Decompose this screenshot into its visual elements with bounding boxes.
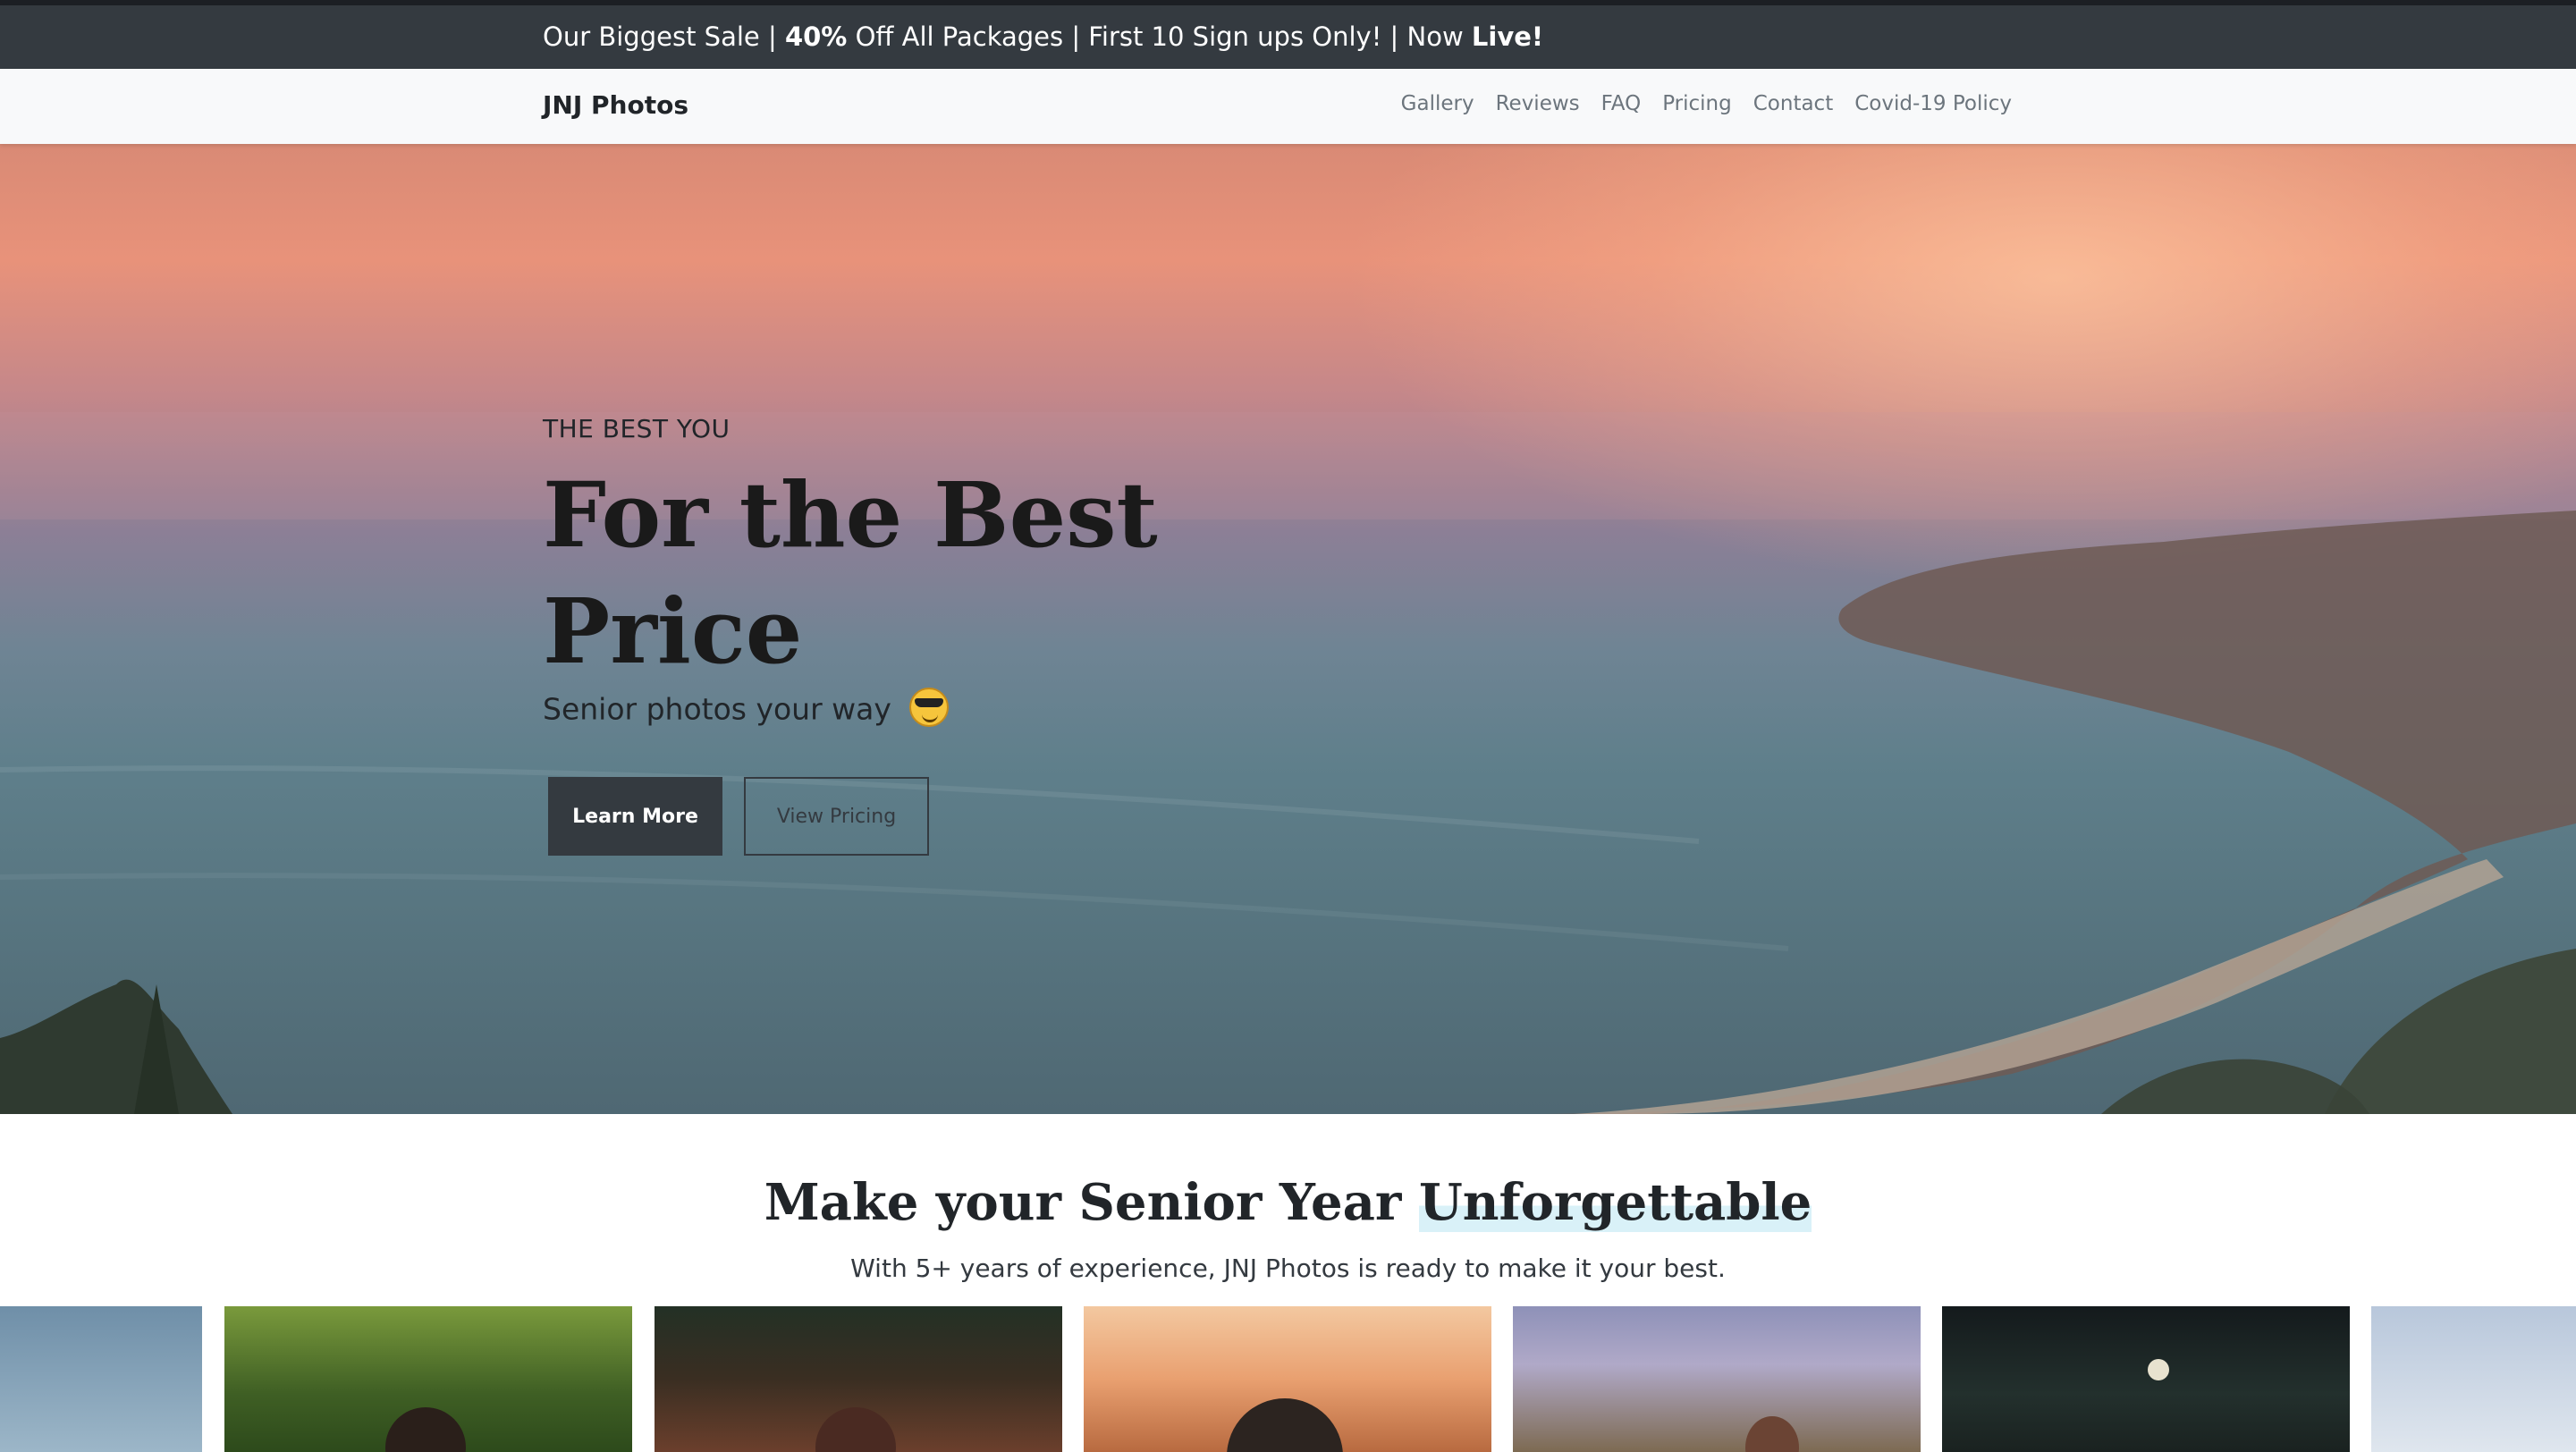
intro-title-highlight: Unforgettable xyxy=(1418,1173,1812,1232)
portrait-subject xyxy=(1227,1398,1343,1452)
announcement-discount: 40% xyxy=(784,21,848,52)
navbar: JNJ Photos Gallery Reviews FAQ Pricing C… xyxy=(0,69,2576,144)
gallery-photo[interactable] xyxy=(1942,1306,2350,1452)
hero-subtitle-text: Senior photos your way xyxy=(543,691,891,727)
photo-gallery-carousel xyxy=(0,1306,2576,1452)
sunglasses-smiley-icon xyxy=(909,688,950,727)
announcement-text: Our Biggest Sale | 40% Off All Packages … xyxy=(543,22,1543,51)
nav-pricing[interactable]: Pricing xyxy=(1651,92,1743,115)
gallery-photo[interactable] xyxy=(1513,1306,1921,1452)
announcement-part2: Off All Packages | First 10 Sign ups Onl… xyxy=(855,21,1464,52)
hero-content: THE BEST YOU For the Best Price Senior p… xyxy=(543,144,1347,1114)
announcement-bar: Our Biggest Sale | 40% Off All Packages … xyxy=(0,5,2576,69)
brand-logo[interactable]: JNJ Photos xyxy=(543,90,688,120)
light-spot xyxy=(2148,1359,2169,1380)
nav-covid-policy[interactable]: Covid-19 Policy xyxy=(1844,92,2023,115)
nav-reviews[interactable]: Reviews xyxy=(1485,92,1591,115)
nav-faq[interactable]: FAQ xyxy=(1591,92,1652,115)
gallery-photo[interactable] xyxy=(224,1306,632,1452)
portrait-subject xyxy=(385,1407,466,1452)
hero-subtitle: Senior photos your way xyxy=(543,688,950,730)
nav-gallery[interactable]: Gallery xyxy=(1390,92,1485,115)
gallery-photo[interactable] xyxy=(2371,1306,2576,1452)
portrait-subject xyxy=(815,1407,896,1452)
announcement-live: Live! xyxy=(1471,21,1544,52)
intro-title: Make your Senior Year Unforgettable xyxy=(0,1173,2576,1232)
hero-eyebrow: THE BEST YOU xyxy=(543,414,731,443)
gallery-photo[interactable] xyxy=(0,1306,202,1452)
hero-section: THE BEST YOU For the Best Price Senior p… xyxy=(0,144,2576,1114)
intro-title-plain: Make your Senior Year xyxy=(764,1173,1402,1232)
nav-links: Gallery Reviews FAQ Pricing Contact Covi… xyxy=(1390,92,2023,115)
portrait-subject xyxy=(1745,1416,1799,1452)
nav-contact[interactable]: Contact xyxy=(1743,92,1844,115)
gallery-photo[interactable] xyxy=(655,1306,1062,1452)
gallery-photo[interactable] xyxy=(1084,1306,1491,1452)
intro-subtitle: With 5+ years of experience, JNJ Photos … xyxy=(850,1254,1726,1283)
hero-title: For the Best Price xyxy=(543,462,1158,684)
view-pricing-button[interactable]: View Pricing xyxy=(744,777,929,856)
learn-more-button[interactable]: Learn More xyxy=(548,777,722,856)
announcement-part1: Our Biggest Sale | xyxy=(543,21,777,52)
